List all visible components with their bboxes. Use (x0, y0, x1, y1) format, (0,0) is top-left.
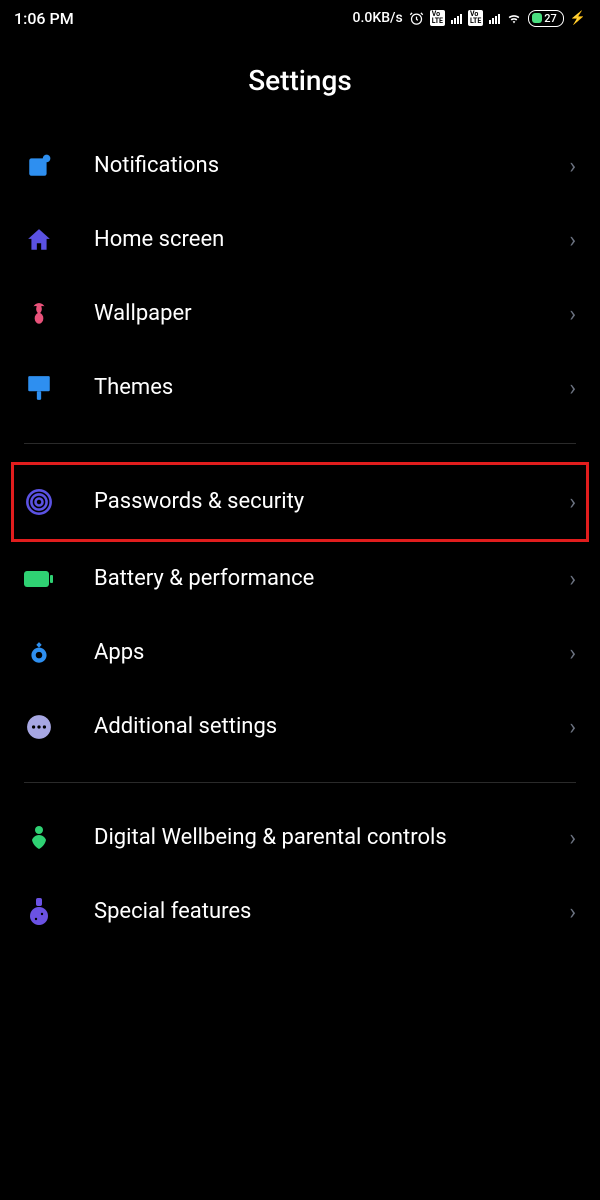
divider (24, 782, 576, 783)
more-icon (24, 712, 54, 742)
chevron-right-icon: › (569, 490, 576, 515)
status-time: 1:06 PM (14, 9, 74, 28)
volte-icon-2: VoLTE (468, 10, 483, 26)
special-icon (24, 897, 54, 927)
status-right: 0.0KB/s VoLTE VoLTE 27 ⚡ (353, 10, 586, 27)
item-label: Additional settings (94, 713, 569, 742)
item-label: Apps (94, 639, 569, 668)
chevron-right-icon: › (569, 641, 576, 666)
chevron-right-icon: › (569, 900, 576, 925)
item-label: Home screen (94, 226, 569, 255)
settings-item-apps[interactable]: Apps › (14, 616, 586, 690)
chevron-right-icon: › (569, 302, 576, 327)
fingerprint-icon (24, 487, 54, 517)
apps-icon (24, 638, 54, 668)
divider (24, 443, 576, 444)
notifications-icon (24, 151, 54, 181)
item-label: Themes (94, 374, 569, 403)
home-icon (24, 225, 54, 255)
settings-item-passwords-security[interactable]: Passwords & security › (11, 462, 589, 542)
item-label: Passwords & security (94, 488, 569, 517)
chevron-right-icon: › (569, 228, 576, 253)
chevron-right-icon: › (569, 826, 576, 851)
item-label: Special features (94, 898, 569, 927)
themes-icon (24, 373, 54, 403)
wellbeing-icon (24, 823, 54, 853)
signal-icon-1 (451, 12, 462, 24)
battery-icon (24, 564, 54, 594)
item-label: Wallpaper (94, 300, 569, 329)
settings-item-themes[interactable]: Themes › (14, 351, 586, 425)
charging-icon: ⚡ (570, 11, 586, 26)
data-speed: 0.0KB/s (353, 10, 403, 26)
battery-icon: 27 (528, 10, 564, 27)
settings-item-battery[interactable]: Battery & performance › (14, 542, 586, 616)
settings-item-wellbeing[interactable]: Digital Wellbeing & parental controls › (14, 801, 586, 875)
item-label: Notifications (94, 152, 569, 181)
signal-icon-2 (489, 12, 500, 24)
settings-item-wallpaper[interactable]: Wallpaper › (14, 277, 586, 351)
settings-item-notifications[interactable]: Notifications › (14, 129, 586, 203)
wifi-icon (506, 10, 522, 26)
page-title: Settings (0, 36, 600, 129)
chevron-right-icon: › (569, 715, 576, 740)
settings-item-special-features[interactable]: Special features › (14, 875, 586, 949)
settings-list: Notifications › Home screen › Wallpaper … (0, 129, 600, 949)
item-label: Digital Wellbeing & parental controls (94, 824, 569, 853)
battery-percent: 27 (544, 12, 557, 25)
status-bar: 1:06 PM 0.0KB/s VoLTE VoLTE 27 ⚡ (0, 0, 600, 36)
volte-icon-1: VoLTE (430, 10, 445, 26)
settings-item-additional[interactable]: Additional settings › (14, 690, 586, 764)
item-label: Battery & performance (94, 565, 569, 594)
chevron-right-icon: › (569, 567, 576, 592)
wallpaper-icon (24, 299, 54, 329)
chevron-right-icon: › (569, 376, 576, 401)
chevron-right-icon: › (569, 154, 576, 179)
settings-item-home-screen[interactable]: Home screen › (14, 203, 586, 277)
alarm-icon (409, 11, 424, 26)
